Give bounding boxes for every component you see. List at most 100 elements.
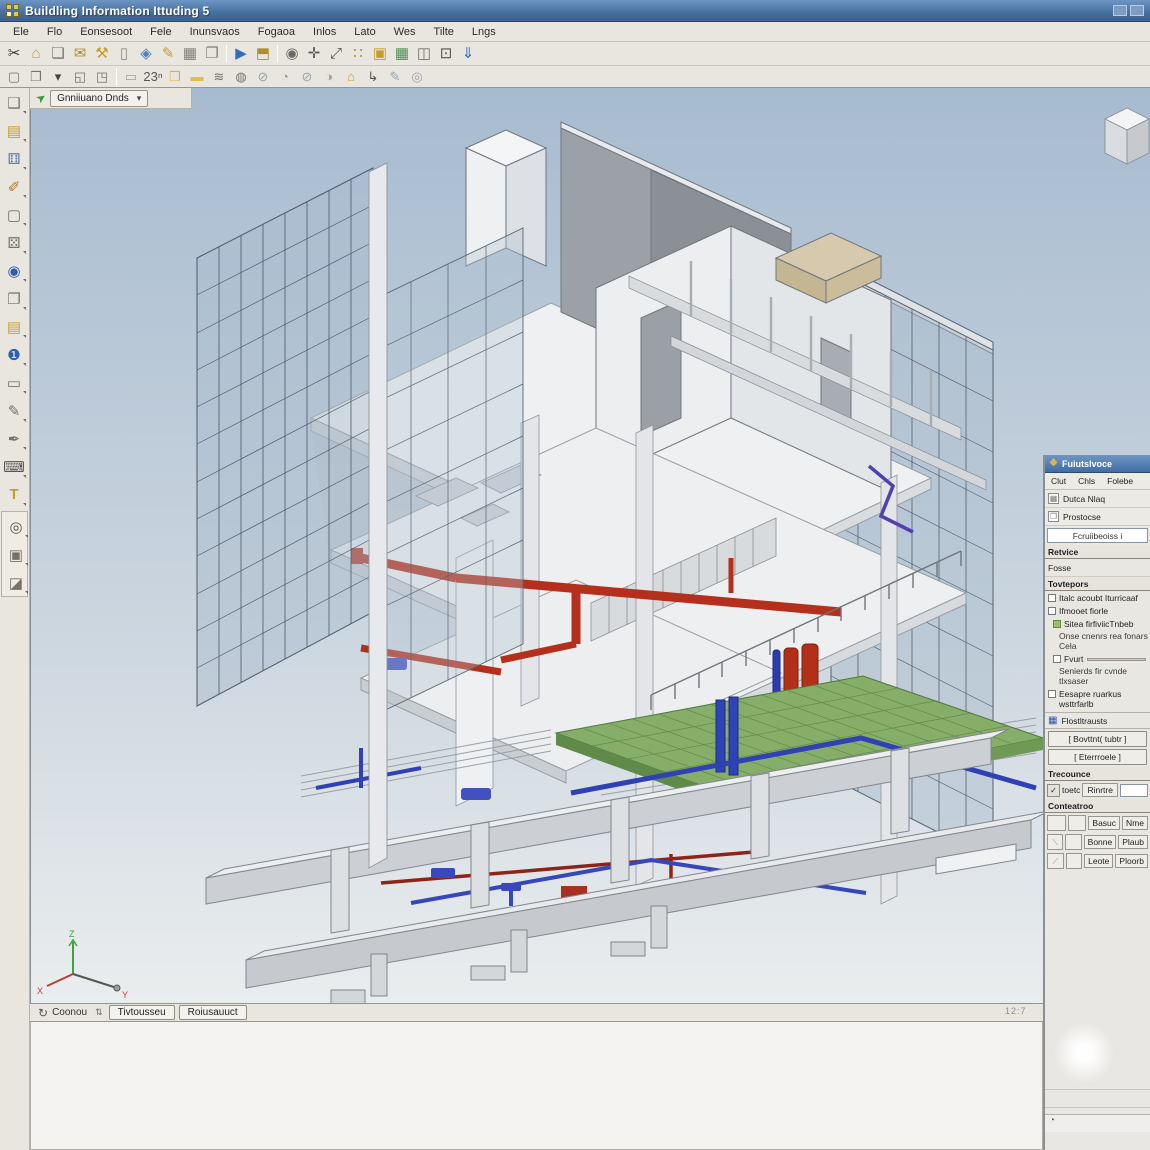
home-yellow-icon[interactable]: ⌂	[340, 67, 362, 87]
row-fosse[interactable]: Fosse	[1045, 559, 1150, 577]
swatch-cell[interactable]	[1066, 853, 1083, 869]
checkbox-italc[interactable]: Italc acoubt Iturricaaf	[1045, 591, 1150, 604]
numbered-cube-icon[interactable]: ❶	[1, 341, 27, 368]
folder-icon[interactable]: ▤	[1, 117, 27, 144]
export-icon[interactable]: ⇓	[457, 44, 479, 64]
menu-fele[interactable]: Fele	[141, 24, 180, 40]
level-icon[interactable]: ≋	[208, 67, 230, 87]
globe-blue-icon[interactable]: ◉	[1, 257, 27, 284]
sheet-icon[interactable]: ▢	[3, 67, 25, 87]
document-gold-icon[interactable]: ▤	[1, 313, 27, 340]
stamp-tool-icon[interactable]: ◪	[3, 569, 29, 596]
menu-flo[interactable]: Flo	[38, 24, 71, 40]
tab-tivtousseu[interactable]: Tivtousseu	[109, 1005, 175, 1020]
swatch-cell[interactable]	[1068, 815, 1087, 831]
swatch-cell[interactable]	[1047, 815, 1066, 831]
tools-icon[interactable]: ⚒	[91, 44, 113, 64]
image-tool-icon[interactable]: ▣	[3, 541, 29, 568]
menu-inunsvaos[interactable]: Inunsvaos	[181, 24, 249, 40]
checkbox-checked-icon[interactable]	[1053, 620, 1061, 628]
checkbox-eesapre[interactable]: Eesapre ruarkus wsttrfarlb	[1045, 687, 1150, 710]
resource-input[interactable]	[1120, 784, 1148, 797]
view-tab[interactable]: Gnniiuano Dnds ▾	[50, 90, 148, 107]
building-model-3d[interactable]: Z X Y	[31, 88, 1150, 1003]
disabled-d-icon[interactable]: ◑	[318, 67, 340, 87]
text-tool-icon[interactable]: T	[1, 481, 27, 508]
cut-icon[interactable]: ✂	[3, 44, 25, 64]
list-item-flostltrausts[interactable]: ▦ Flostltrausts	[1045, 712, 1150, 729]
close-button[interactable]	[1130, 5, 1144, 16]
calendar-icon[interactable]: ▦	[179, 44, 201, 64]
menu-tilte[interactable]: Tilte	[425, 24, 463, 40]
comment-icon[interactable]: ❏	[47, 44, 69, 64]
eterrroele-button[interactable]: [ Eterrroele ]	[1048, 749, 1147, 765]
zoom-icon[interactable]: ◉	[281, 44, 303, 64]
note-icon[interactable]: ❐	[201, 44, 223, 64]
open-project-icon[interactable]: ⌂	[25, 44, 47, 64]
blank-icon[interactable]: ▭	[120, 67, 142, 87]
layers-icon[interactable]: ❒	[25, 67, 47, 87]
bovttnt-button[interactable]: [ Bovttnt( tubtr ]	[1048, 731, 1147, 747]
pen-disabled-icon[interactable]: ✎	[384, 67, 406, 87]
swatch-cell[interactable]: ⟍	[1047, 834, 1063, 850]
new-document-icon[interactable]: ▯	[113, 44, 135, 64]
slider[interactable]	[1087, 658, 1146, 661]
menu-lngs[interactable]: Lngs	[463, 24, 505, 40]
properties-panel-titlebar[interactable]: ❖ Fuiutslvoce	[1045, 455, 1150, 473]
chevron-down-icon[interactable]: ▾	[137, 93, 142, 104]
disabled-b-icon[interactable]: ◔	[274, 67, 296, 87]
stamp-icon[interactable]: ◫	[413, 44, 435, 64]
paint-icon[interactable]: ◈	[135, 44, 157, 64]
snap-icon[interactable]: ∷	[347, 44, 369, 64]
view-cube[interactable]	[1105, 108, 1149, 164]
checkbox-icon[interactable]	[1048, 690, 1056, 698]
box-tool-icon[interactable]: ❑	[1, 89, 27, 116]
filter-input[interactable]: Fcruiibeoiss i	[1047, 528, 1148, 543]
resource-cell[interactable]: Rinrtre	[1082, 783, 1118, 797]
keyboard-icon[interactable]: ⌨	[1, 453, 27, 480]
pencil-icon[interactable]: ✎	[157, 44, 179, 64]
menu-fogaoa[interactable]: Fogaoa	[249, 24, 304, 40]
pen-tool-icon[interactable]: ✒	[1, 425, 27, 452]
checkbox-icon[interactable]	[1048, 607, 1056, 615]
table-row[interactable]: ⟍ Bonne Plaub	[1047, 834, 1148, 850]
redirect-icon[interactable]: ↳	[362, 67, 384, 87]
search-tool-icon[interactable]: ◎	[3, 513, 29, 540]
swatch-cell[interactable]: ⟋	[1047, 853, 1064, 869]
note-yellow-icon[interactable]: ▬	[186, 67, 208, 87]
frame-tool-icon[interactable]: ▢	[1, 201, 27, 228]
sort-icon[interactable]: ⇅	[95, 1007, 103, 1018]
checkbox-fvurt[interactable]: Fvurt	[1045, 652, 1150, 665]
refresh-icon[interactable]: ↻	[38, 1006, 48, 1020]
note-tool-icon[interactable]: ▭	[1, 369, 27, 396]
fit-view-icon[interactable]: ⊡	[435, 44, 457, 64]
panel-row-data-map[interactable]: ▦ Dutca Nlaq	[1045, 490, 1150, 508]
menu-file[interactable]: Ele	[4, 24, 38, 40]
panel-menu-chls[interactable]: Chls	[1072, 476, 1101, 486]
status-circle-icon[interactable]: ◔	[1049, 1115, 1055, 1126]
panel-row-processes[interactable]: ❒ Prostocse	[1045, 508, 1150, 526]
model-viewport[interactable]: Z X Y	[30, 88, 1150, 1003]
maximize-button[interactable]	[1113, 5, 1127, 16]
checkbox-icon[interactable]	[1048, 594, 1056, 602]
swatch-cell[interactable]	[1065, 834, 1081, 850]
cube-icon[interactable]: ⚅	[1, 145, 27, 172]
pencil-tool-icon[interactable]: ✎	[1, 397, 27, 424]
import-icon[interactable]: ⬒	[252, 44, 274, 64]
image-icon[interactable]: ▣	[369, 44, 391, 64]
pan-icon[interactable]: ✛	[303, 44, 325, 64]
panel-menu-folebe[interactable]: Folebe	[1101, 476, 1139, 486]
checkbox-icon[interactable]	[1053, 655, 1061, 663]
run-icon[interactable]: ▶	[230, 44, 252, 64]
menu-lato[interactable]: Lato	[345, 24, 384, 40]
menu-inlos[interactable]: Inlos	[304, 24, 345, 40]
dice-icon[interactable]: ⚄	[1, 229, 27, 256]
checkbox-ifmooet[interactable]: Ifmooet fiorle	[1045, 604, 1150, 617]
table-row[interactable]: ⟋ Leote Ploorb	[1047, 853, 1148, 869]
chart-icon[interactable]: ▦	[391, 44, 413, 64]
paint-tool-icon[interactable]: ✐	[1, 173, 27, 200]
checkbox-sitea[interactable]: Sitea firfiviicTnbeb	[1045, 617, 1150, 630]
table-row[interactable]: Basuc Nme	[1047, 815, 1148, 831]
dropdown-caret-icon[interactable]: ▾	[47, 67, 69, 87]
menu-eonsesoot[interactable]: Eonsesoot	[71, 24, 141, 40]
